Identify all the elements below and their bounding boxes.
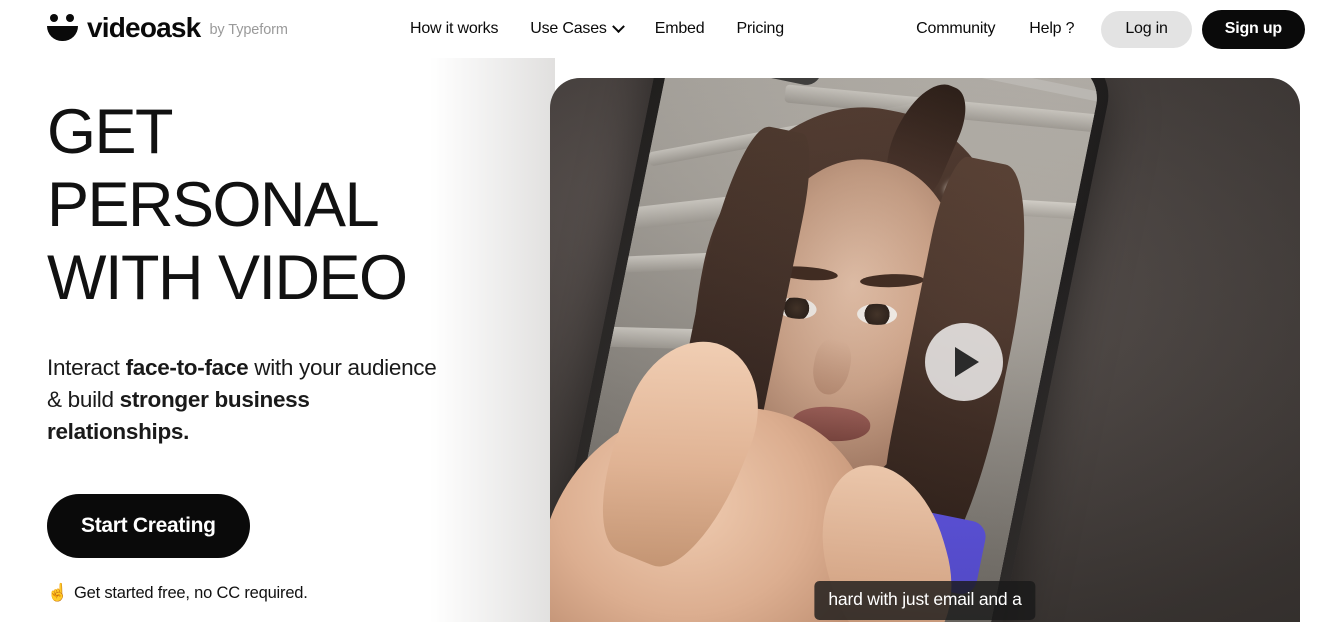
headline-line-1: GET — [47, 97, 174, 167]
nav-item-help[interactable]: Help ? — [1012, 20, 1091, 38]
site-header: videoask by Typeform How it works Use Ca… — [0, 0, 1344, 58]
nav-label: Embed — [654, 20, 705, 37]
brand-logo[interactable]: videoask by Typeform — [47, 13, 288, 43]
subhead-text-1: Interact — [47, 355, 126, 380]
login-button[interactable]: Log in — [1101, 10, 1192, 48]
logo-wordmark: videoask — [87, 12, 201, 43]
nav-label: Use Cases — [530, 20, 607, 37]
nav-item-pricing[interactable]: Pricing — [720, 20, 800, 38]
signup-button[interactable]: Sign up — [1201, 9, 1305, 49]
cta-note-text: Get started free, no CC required. — [73, 583, 308, 602]
start-creating-button[interactable]: Start Creating — [47, 494, 250, 558]
hero-content: GET PERSONAL WITH VIDEO Interact face-to… — [47, 96, 507, 603]
hero-video-player[interactable]: AA Step 1 of 7 00:04 / 00: Continue Powe… — [550, 78, 1300, 622]
nav-item-embed[interactable]: Embed — [639, 20, 721, 38]
secondary-nav: Community Help ? Log in Sign up — [899, 0, 1305, 58]
play-triangle-icon — [955, 347, 979, 377]
smiley-face-icon — [47, 14, 78, 43]
cta-note: ☝ Get started free, no CC required. — [47, 583, 507, 603]
nav-label: Pricing — [736, 20, 784, 37]
headline-line-3: WITH VIDEO — [47, 243, 408, 313]
nav-label: Community — [916, 20, 996, 37]
pointing-hand-icon: ☝ — [47, 583, 68, 602]
nav-item-use-cases[interactable]: Use Cases — [514, 19, 638, 38]
nav-item-community[interactable]: Community — [899, 20, 1012, 38]
play-button[interactable] — [925, 323, 1003, 401]
primary-nav: How it works Use Cases Embed Pricing — [410, 0, 800, 58]
nav-item-how-it-works[interactable]: How it works — [410, 20, 514, 38]
chevron-down-icon — [611, 19, 625, 33]
video-caption: hard with just email and a — [814, 581, 1036, 620]
hero-subheading: Interact face-to-face with your audience… — [47, 352, 447, 448]
headline-line-2: PERSONAL — [47, 170, 380, 240]
nav-label: Help ? — [1029, 20, 1075, 37]
page-title: GET PERSONAL WITH VIDEO — [47, 96, 507, 315]
nav-label: How it works — [410, 20, 499, 37]
landing-page: videoask by Typeform How it works Use Ca… — [0, 0, 1344, 622]
subhead-bold-1: face-to-face — [125, 355, 249, 380]
logo-byline: by Typeform — [209, 22, 288, 38]
